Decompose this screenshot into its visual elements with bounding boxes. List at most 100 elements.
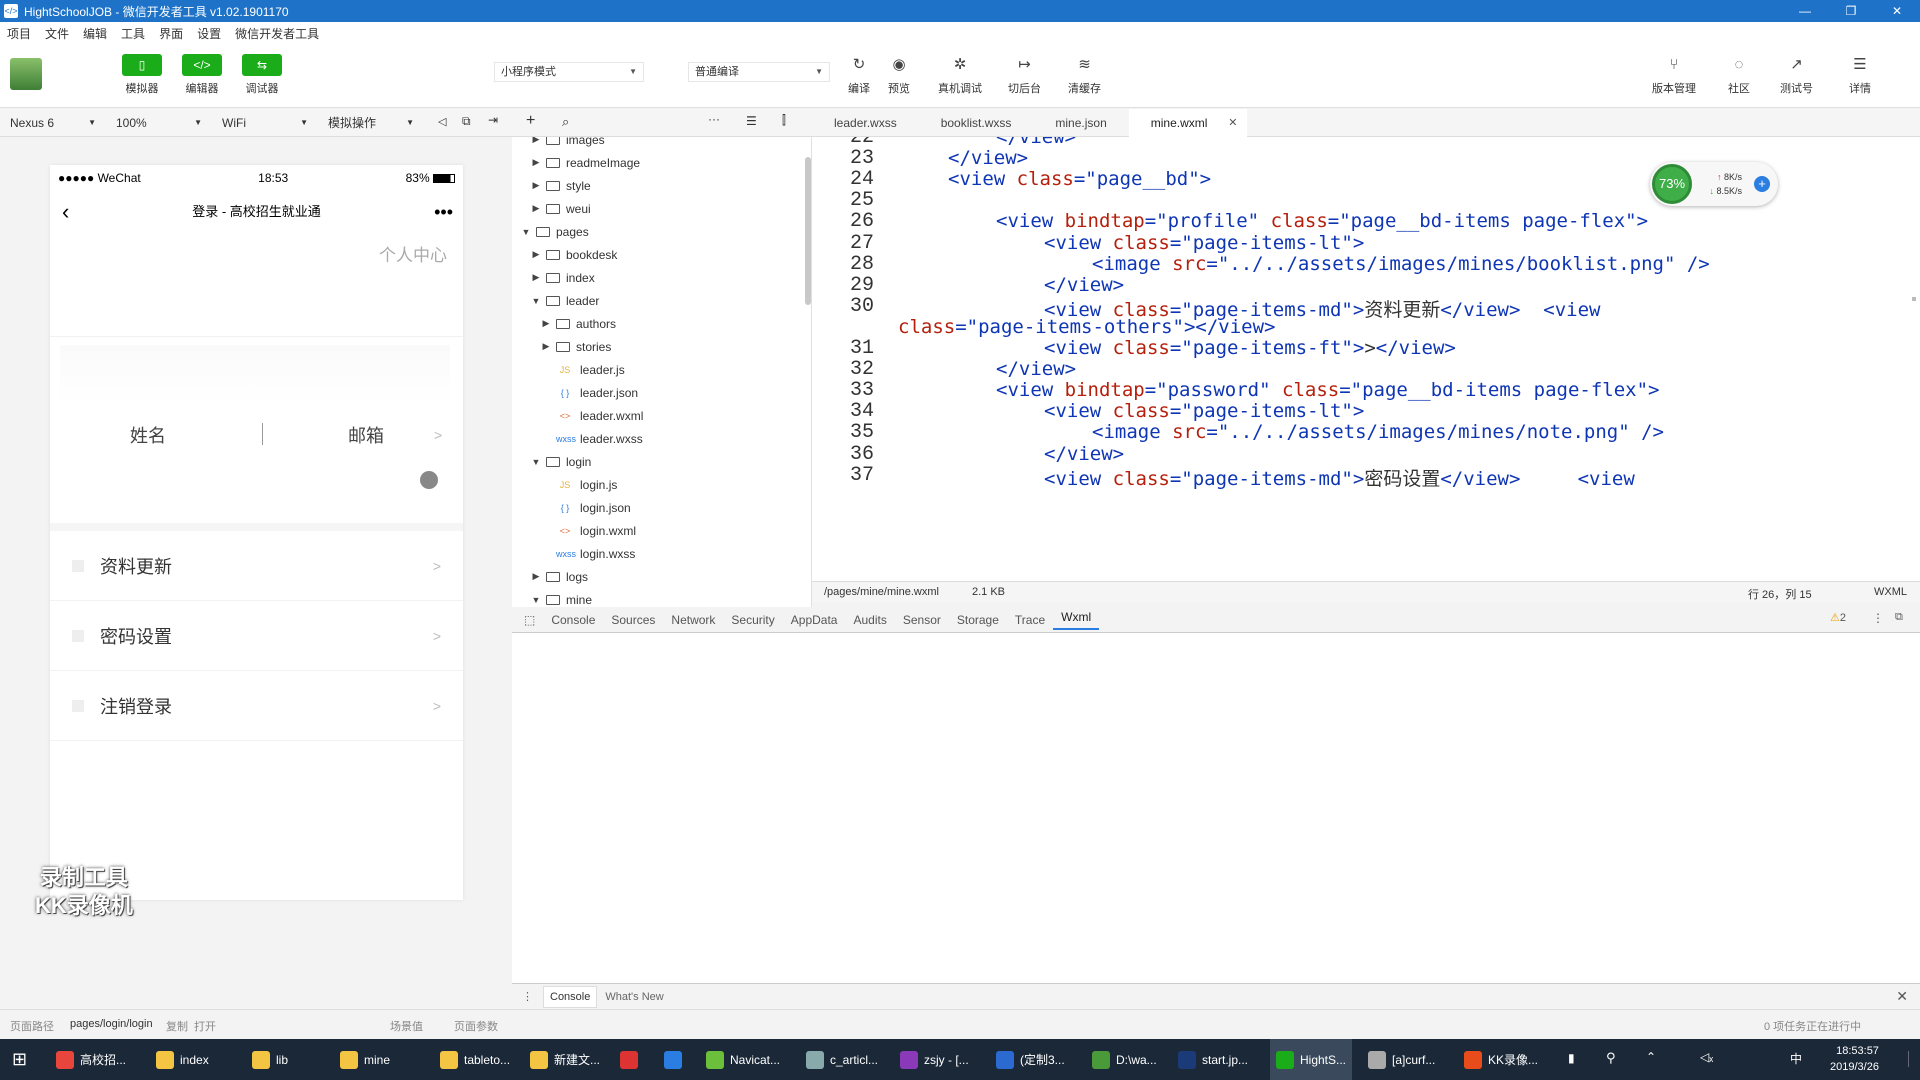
devtools-tab-audits[interactable]: Audits [845,613,894,627]
chevron-right-icon[interactable]: ▶ [530,272,542,283]
tree-item-leader-json[interactable]: { } leader.json [540,381,638,404]
tree-item-leader[interactable]: ▼ leader [530,289,600,312]
taskbar-item[interactable]: 新建文... [524,1039,606,1080]
drawer-tab-console[interactable]: Console [543,985,598,1008]
tree-item-login-wxss[interactable]: wxss login.wxss [540,542,635,565]
kebab-menu-icon[interactable]: ⋮ [512,990,543,1003]
chevron-down-icon[interactable]: ▼ [530,296,542,306]
tab-mine-wxml[interactable]: mine.wxml ✕ [1128,109,1248,137]
tree-item-authors[interactable]: ▶ authors [540,312,617,335]
close-icon[interactable]: ✕ [1896,988,1908,1005]
tree-item-images[interactable]: ▶ images [530,137,605,151]
devtools-tab-console[interactable]: Console [543,613,603,627]
tree-item-login-json[interactable]: { } login.json [540,496,631,519]
chevron-right-icon[interactable]: ▶ [530,157,542,168]
devtools-tab-sensor[interactable]: Sensor [895,613,949,627]
kebab-menu-icon[interactable]: ⋮ [1872,611,1884,625]
tree-item-bookdesk[interactable]: ▶ bookdesk [530,243,618,266]
page-params[interactable]: 页面参数 [454,1018,498,1034]
language-mode[interactable]: WXML [1874,586,1907,598]
tree-item-leader-wxml[interactable]: <> leader.wxml [540,404,644,427]
network-select[interactable]: WiFi ▼ [222,113,308,133]
windows-start-icon[interactable]: ⊞ [12,1049,27,1070]
plus-icon[interactable]: + [1754,176,1770,192]
chevron-right-icon[interactable]: ▶ [530,571,542,582]
close-button[interactable]: ✕ [1874,0,1920,22]
minimize-button[interactable]: — [1782,0,1828,22]
devtools-tab-wxml[interactable]: Wxml [1053,610,1100,630]
debugger-button[interactable]: ⇆ 调试器 [242,54,282,96]
menu-item-password[interactable]: 密码设置 > [50,601,463,671]
more-icon[interactable]: ··· [708,112,720,126]
devtools-tab-security[interactable]: Security [723,613,782,627]
chevron-right-icon[interactable]: ▶ [540,341,552,352]
devtools-tab-storage[interactable]: Storage [949,613,1007,627]
taskbar-item[interactable] [658,1039,694,1080]
tray-icon[interactable]: ▮ [1568,1051,1575,1065]
chevron-right-icon[interactable]: ▶ [530,203,542,214]
clock[interactable]: 18:53:57 2019/3/26 [1830,1043,1879,1075]
menu-item-logout[interactable]: 注销登录 > [50,671,463,741]
tree-item-leader-js[interactable]: JS leader.js [540,358,625,381]
menu-wechat-devtools[interactable]: 微信开发者工具 [228,25,326,42]
email-label[interactable]: 邮箱 [348,422,384,448]
name-label[interactable]: 姓名 [130,422,166,448]
taskbar-item[interactable]: HightS... [1270,1039,1353,1080]
menu-edit[interactable]: 编辑 [76,25,114,42]
clear-cache-button[interactable]: ≋ 清缓存 [1068,54,1101,96]
background-button[interactable]: ↦ 切后台 [1008,54,1041,96]
compile-button[interactable]: ↻ 编译 [846,54,872,96]
tab-leader-wxss[interactable]: leader.wxss [812,109,919,137]
simulator-button[interactable]: ▯ 模拟器 [122,54,162,96]
back-icon[interactable]: ‹ [62,191,69,233]
volume-icon[interactable]: ◁ₓ [1700,1050,1713,1064]
community-button[interactable]: ◌ 社区 [1726,54,1752,96]
chevron-down-icon[interactable]: ▼ [520,227,532,237]
split-icon[interactable]: ⫿ [782,113,786,128]
tree-item-leader-wxss[interactable]: wxss leader.wxss [540,427,643,450]
devtools-tab-trace[interactable]: Trace [1007,613,1053,627]
warning-indicator[interactable]: ⚠2 [1830,611,1846,624]
volume-icon[interactable]: ◁ [438,115,446,128]
taskbar-item[interactable]: D:\wa... [1086,1039,1163,1080]
tab-booklist-wxss[interactable]: booklist.wxss [919,109,1034,137]
show-desktop-button[interactable] [1908,1051,1912,1067]
chevron-down-icon[interactable]: ▼ [530,457,542,467]
chevron-right-icon[interactable]: ▶ [530,249,542,260]
taskbar-item[interactable]: start.jp... [1172,1039,1254,1080]
tree-item-weui[interactable]: ▶ weui [530,197,591,220]
device-select[interactable]: Nexus 6 ▼ [10,113,96,133]
menu-project[interactable]: 项目 [0,25,38,42]
operation-select[interactable]: 模拟操作 ▼ [328,113,414,133]
drawer-tab-whats-new[interactable]: What's New [597,991,671,1003]
taskbar-item[interactable]: [a]curf... [1362,1039,1441,1080]
tree-item-style[interactable]: ▶ style [530,174,591,197]
taskbar-item[interactable] [614,1039,650,1080]
toggle-dot[interactable] [420,471,438,489]
taskbar-item[interactable]: mine [334,1039,396,1080]
avatar[interactable] [10,58,42,90]
taskbar-item[interactable]: index [150,1039,215,1080]
chevron-up-icon[interactable]: ⌃ [1646,1050,1656,1064]
taskbar-item[interactable]: KK录像... [1458,1039,1544,1080]
people-icon[interactable]: ⚲ [1606,1050,1616,1066]
tab-mine-json[interactable]: mine.json [1033,109,1128,137]
chevron-right-icon[interactable]: ▶ [540,318,552,329]
editor-scrollbar[interactable] [1912,297,1916,301]
search-icon[interactable]: ⌕ [562,114,569,130]
tree-item-login-wxml[interactable]: <> login.wxml [540,519,636,542]
tree-item-logs[interactable]: ▶ logs [530,565,588,588]
taskbar-item[interactable]: lib [246,1039,294,1080]
dock-icon[interactable]: ⧉ [1895,611,1903,624]
devtools-tab-appdata[interactable]: AppData [783,613,846,627]
test-account-button[interactable]: ↗ 测试号 [1780,54,1813,96]
details-button[interactable]: ☰ 详情 [1847,54,1873,96]
ime-indicator[interactable]: 中 [1790,1050,1802,1067]
editor-button[interactable]: </> 编辑器 [182,54,222,96]
taskbar-item[interactable]: tableto... [434,1039,516,1080]
tree-item-login-js[interactable]: JS login.js [540,473,618,496]
tree-item-index[interactable]: ▶ index [530,266,595,289]
tree-item-stories[interactable]: ▶ stories [540,335,612,358]
tree-scrollbar[interactable] [805,157,811,305]
taskbar-item[interactable]: zsjy - [... [894,1039,975,1080]
